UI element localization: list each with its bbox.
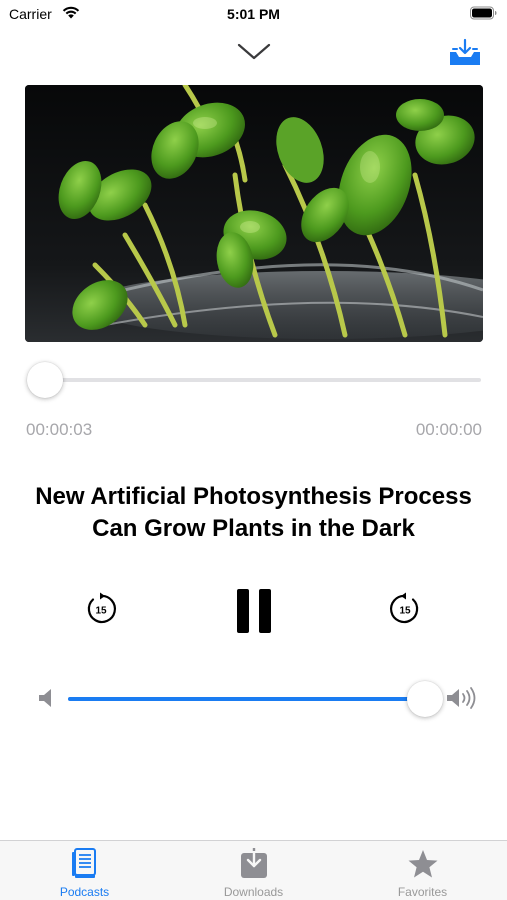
tab-bar: Podcasts Downloads Favorites [0,840,507,900]
tab-podcasts-label: Podcasts [59,885,110,899]
skip-back-15-icon[interactable]: 15 [84,592,118,626]
volume-high-icon [447,687,476,709]
episode-artwork [25,85,483,342]
star-icon [408,850,437,878]
playback-progress-track[interactable] [28,378,481,382]
playback-progress-thumb[interactable] [27,362,63,398]
tab-podcasts[interactable]: Podcasts [0,841,169,900]
volume-thumb[interactable] [407,681,443,717]
skip-back-seconds: 15 [95,606,107,617]
collapse-chevron-down-icon[interactable] [236,40,272,64]
seedlings-image [25,85,483,342]
podcasts-document-icon [71,848,96,878]
tab-favorites[interactable]: Favorites [338,841,507,900]
volume-track[interactable] [68,697,443,701]
total-time-label: 00:00:00 [415,420,482,439]
skip-forward-15-icon[interactable]: 15 [388,592,422,626]
tab-favorites-label: Favorites [397,885,448,899]
tab-downloads[interactable]: Downloads [169,841,338,900]
download-tray-icon[interactable] [448,38,482,68]
elapsed-time-label: 00:00:03 [26,420,93,439]
pause-icon[interactable] [235,588,273,634]
volume-fill [68,697,428,701]
battery-icon [470,6,497,20]
clock-label: 5:01 PM [227,6,280,22]
skip-forward-seconds: 15 [399,606,411,617]
status-bar: Carrier 5:01 PM [0,0,507,28]
tab-downloads-label: Downloads [223,885,284,899]
volume-low-icon [39,689,51,707]
downloads-tray-icon [240,848,267,878]
episode-title: New Artificial Photosynthesis Process Ca… [35,483,472,542]
